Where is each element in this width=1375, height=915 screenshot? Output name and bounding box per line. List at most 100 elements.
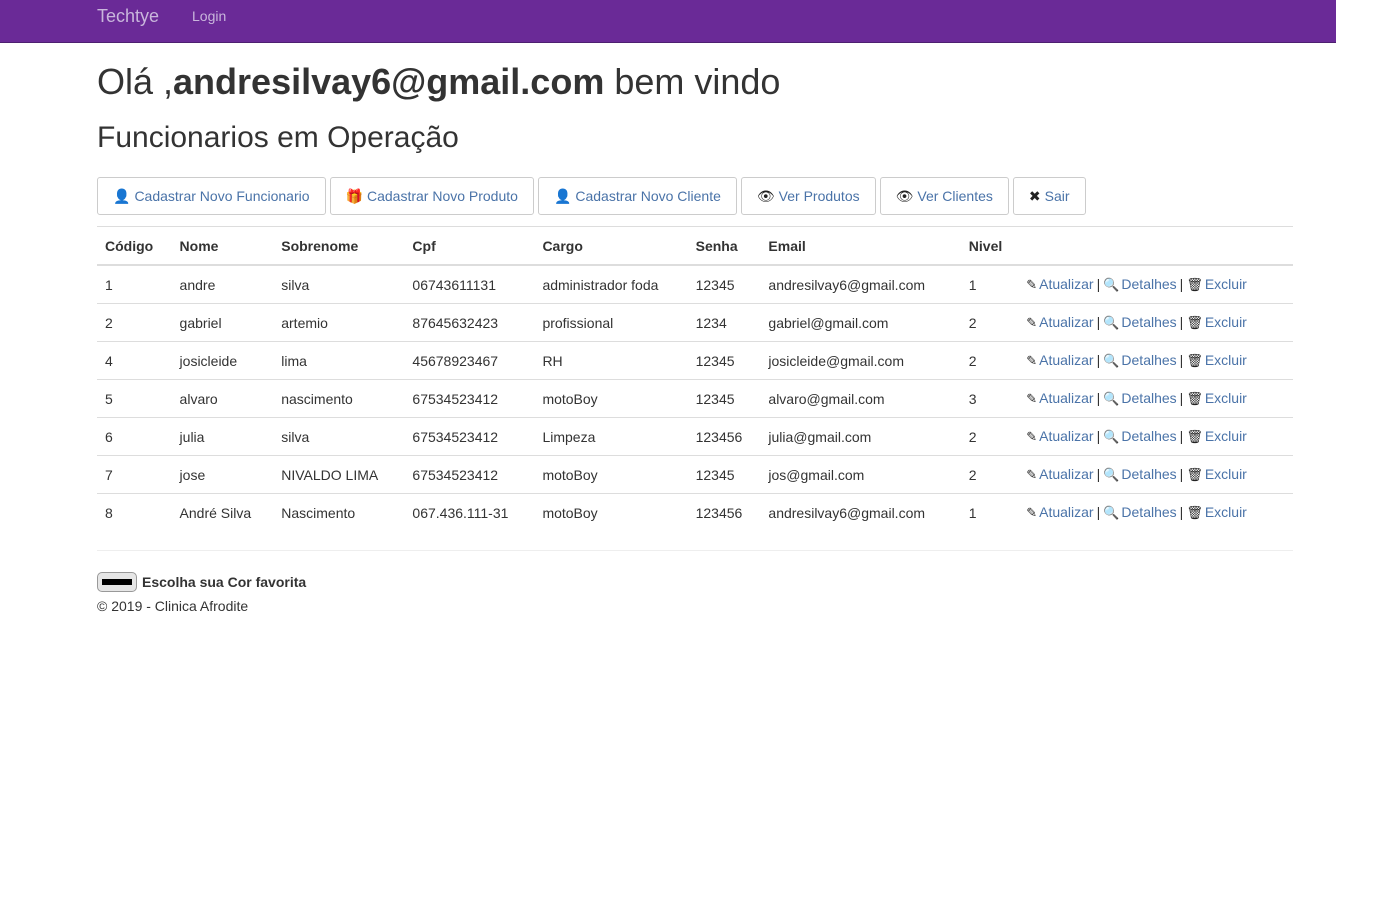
table-cell: gabriel@gmail.com xyxy=(760,303,961,342)
table-cell: profissional xyxy=(534,303,688,342)
pencil-icon: ✎ xyxy=(1026,353,1038,368)
greeting-prefix: Olá , xyxy=(97,61,174,102)
table-cell: 1 xyxy=(105,276,113,293)
table-cell: 12345 xyxy=(687,341,761,380)
table-cell: 6 xyxy=(97,417,172,456)
login-link[interactable]: Login xyxy=(192,8,226,24)
table-cell: 2 xyxy=(960,455,1019,494)
row-actions: ✎ Atualizar | 🔍 Detalhes | 🗑 Excluir xyxy=(1018,303,1293,342)
row-actions: ✎ Atualizar | 🔍 Detalhes | 🗑 Excluir xyxy=(1018,417,1293,456)
table-cell: 2 xyxy=(960,303,1019,342)
cadastrar-novo-cliente-button[interactable]: 👤 Cadastrar Novo Cliente xyxy=(537,177,737,215)
delete-link[interactable]: Excluir xyxy=(1205,466,1247,482)
details-link[interactable]: Detalhes xyxy=(1121,352,1176,368)
table-row: 5 alvaro nascimento 67534523412 motoBoy 12345… xyxy=(97,379,1293,418)
brand-link[interactable]: Techtye xyxy=(97,6,159,27)
cadastrar-novo-produto-button[interactable]: 🎁 Cadastrar Novo Produto xyxy=(329,177,534,215)
search-icon: 🔍 xyxy=(1103,353,1120,368)
ver-produtos-button[interactable]: 👁 Ver Produtos xyxy=(740,177,876,215)
column-header: Cargo xyxy=(534,226,688,266)
table-cell: josicleide@gmail.com xyxy=(760,341,961,380)
column-header: Código xyxy=(97,226,172,266)
separator: | xyxy=(1096,504,1101,520)
separator: | xyxy=(1096,314,1101,330)
delete-link[interactable]: Excluir xyxy=(1205,314,1247,330)
row-actions: ✎ Atualizar | 🔍 Detalhes | 🗑 Excluir xyxy=(1018,379,1293,418)
delete-link[interactable]: Excluir xyxy=(1205,390,1247,406)
table-cell: andre xyxy=(179,276,216,293)
details-link[interactable]: Detalhes xyxy=(1121,504,1176,520)
update-link[interactable]: Atualizar xyxy=(1039,466,1093,482)
button-label: Sair xyxy=(1044,188,1070,204)
row-actions: ✎ Atualizar | 🔍 Detalhes | 🗑 Excluir xyxy=(1018,341,1293,380)
table-cell: NIVALDO LIMA xyxy=(273,455,405,494)
table-cell: alvaro@gmail.com xyxy=(760,379,961,418)
table-row: 2 gabriel artemio 87645632423 profissional 12… xyxy=(97,303,1293,342)
table-row: 6 julia silva 67534523412 Limpeza 123456 julia… xyxy=(97,417,1293,456)
table-cell: 67534523412 xyxy=(404,455,535,494)
search-icon: 🔍 xyxy=(1103,315,1120,330)
delete-link[interactable]: Excluir xyxy=(1205,428,1247,444)
details-link[interactable]: Detalhes xyxy=(1121,466,1176,482)
separator: | xyxy=(1179,504,1184,520)
update-link[interactable]: Atualizar xyxy=(1039,276,1093,292)
delete-link[interactable]: Excluir xyxy=(1205,504,1247,520)
table-cell: 067.436.111-31 xyxy=(404,493,535,531)
button-label: Ver Clientes xyxy=(917,188,993,204)
color-picker-input[interactable] xyxy=(97,572,137,592)
table-cell: artemio xyxy=(273,303,405,342)
column-header: Nivel xyxy=(960,226,1019,266)
table-cell: nascimento xyxy=(273,379,405,418)
cadastrar-novo-funcionario-button[interactable]: 👤 Cadastrar Novo Funcionario xyxy=(97,177,326,215)
separator: | xyxy=(1096,352,1101,368)
ver-clientes-button[interactable]: 👁 Ver Clientes xyxy=(879,177,1009,215)
details-link[interactable]: Detalhes xyxy=(1121,390,1176,406)
table-cell: motoBoy xyxy=(534,455,688,494)
table-cell: motoBoy xyxy=(534,493,688,531)
color-swatch xyxy=(102,579,132,585)
separator: | xyxy=(1179,314,1184,330)
table-cell: 1234 xyxy=(687,303,761,342)
update-link[interactable]: Atualizar xyxy=(1039,352,1093,368)
table-cell: 7 xyxy=(97,455,172,494)
update-link[interactable]: Atualizar xyxy=(1039,504,1093,520)
table-cell: 3 xyxy=(960,379,1019,418)
button-label: Ver Produtos xyxy=(778,188,860,204)
update-link[interactable]: Atualizar xyxy=(1039,428,1093,444)
column-header: Senha xyxy=(687,226,761,266)
table-cell: silva xyxy=(273,417,405,456)
pencil-icon: ✎ xyxy=(1026,429,1038,444)
column-header xyxy=(1018,226,1293,266)
separator: | xyxy=(1096,276,1101,292)
table-cell: 06743611131 xyxy=(412,276,496,293)
table-cell: 67534523412 xyxy=(404,417,535,456)
table-row: 7 jose NIVALDO LIMA 67534523412 motoBoy 12345… xyxy=(97,455,1293,494)
delete-link[interactable]: Excluir xyxy=(1205,276,1247,292)
table-cell: 8 xyxy=(97,493,172,531)
separator: | xyxy=(1096,428,1101,444)
footer-divider xyxy=(97,550,1293,551)
table-cell: motoBoy xyxy=(534,379,688,418)
column-header: Email xyxy=(760,226,961,266)
details-link[interactable]: Detalhes xyxy=(1121,314,1176,330)
trash-icon: 🗑 xyxy=(1186,391,1203,406)
row-actions: ✎ Atualizar | 🔍 Detalhes | 🗑 Excluir xyxy=(1018,493,1293,531)
table-cell: Limpeza xyxy=(534,417,688,456)
delete-link[interactable]: Excluir xyxy=(1205,352,1247,368)
sair-button[interactable]: ✖ Sair xyxy=(1012,177,1086,215)
details-link[interactable]: Detalhes xyxy=(1121,276,1176,292)
trash-icon: 🗑 xyxy=(1186,277,1203,292)
details-link[interactable]: Detalhes xyxy=(1121,428,1176,444)
trash-icon: 🗑 xyxy=(1186,429,1203,444)
table-row: 8 André Silva Nascimento 067.436.111-31 moto… xyxy=(97,493,1293,531)
update-link[interactable]: Atualizar xyxy=(1039,314,1093,330)
pencil-icon: ✎ xyxy=(1026,277,1038,292)
table-cell: 12345 xyxy=(695,276,735,293)
update-link[interactable]: Atualizar xyxy=(1039,390,1093,406)
separator: | xyxy=(1179,390,1184,406)
table-cell: silva xyxy=(281,276,310,293)
table-cell: 1 xyxy=(968,276,977,293)
close-icon: ✖ xyxy=(1028,187,1041,204)
search-icon: 🔍 xyxy=(1103,505,1120,520)
table-cell: 2 xyxy=(960,341,1019,380)
